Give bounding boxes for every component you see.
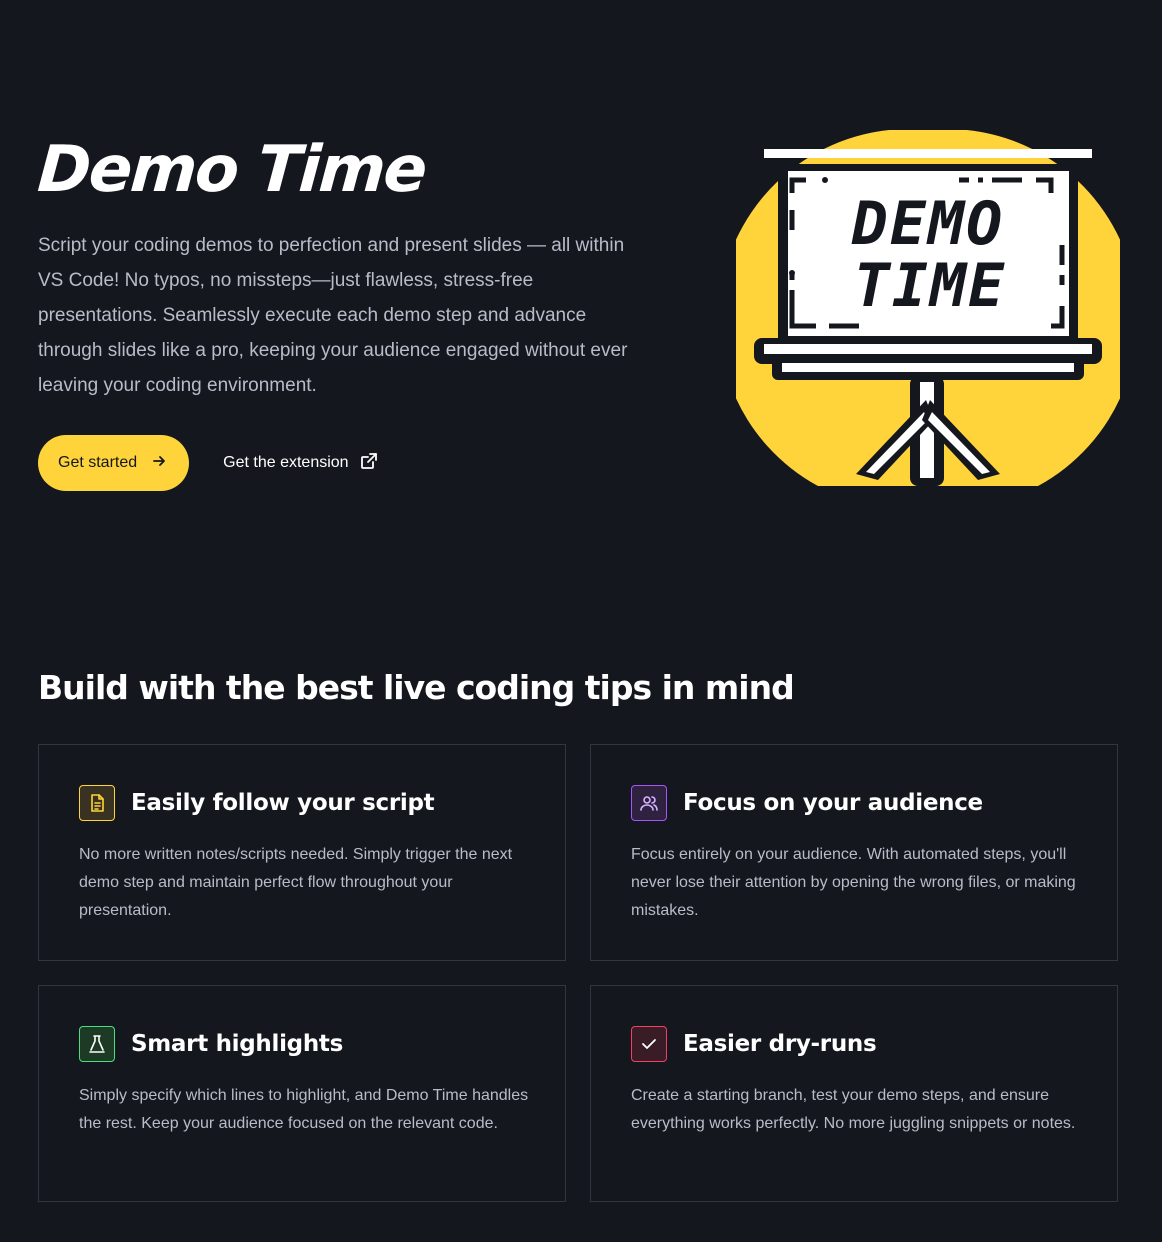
feature-card-audience: Focus on your audience Focus entirely on…: [590, 744, 1118, 961]
hero-description: Script your coding demos to perfection a…: [38, 235, 628, 396]
external-link-icon: [359, 451, 379, 476]
page-title: Demo Time: [35, 133, 428, 207]
get-started-button[interactable]: Get started: [38, 435, 190, 491]
feature-card-title: Smart highlights: [131, 1031, 343, 1057]
feature-card-text: Focus entirely on your audience. With au…: [631, 846, 1076, 919]
document-icon: [79, 785, 115, 821]
get-extension-link[interactable]: Get the extension: [223, 451, 378, 476]
demo-time-illustration: DEMO TIME: [718, 129, 1138, 490]
feature-card-header: Easily follow your script: [79, 785, 525, 821]
feature-card-text: No more written notes/scripts needed. Si…: [79, 846, 513, 919]
illustration-time-text: TIME: [854, 251, 1007, 321]
feature-card-title: Easily follow your script: [131, 790, 435, 816]
feature-card-header: Focus on your audience: [631, 785, 1077, 821]
feature-card-text: Simply specify which lines to highlight,…: [79, 1087, 529, 1132]
arrow-right-icon: [151, 453, 167, 474]
check-icon: [631, 1026, 667, 1062]
feature-card-header: Smart highlights: [79, 1026, 525, 1062]
feature-card-script: Easily follow your script No more writte…: [38, 744, 566, 961]
users-icon: [631, 785, 667, 821]
feature-card-text: Create a starting branch, test your demo…: [631, 1087, 1076, 1132]
features-heading: Build with the best live coding tips in …: [38, 668, 795, 707]
get-started-label: Get started: [58, 454, 138, 471]
features-grid: Easily follow your script No more writte…: [38, 744, 1118, 1202]
get-extension-label: Get the extension: [223, 454, 349, 471]
hero-actions: Get started Get the extension: [38, 435, 678, 491]
hero-section: Demo Time Script your coding demos to pe…: [35, 130, 678, 491]
illustration-demo-text: DEMO: [851, 189, 1005, 259]
highlighter-icon: [79, 1026, 115, 1062]
feature-card-dry-runs: Easier dry-runs Create a starting branch…: [590, 985, 1118, 1202]
feature-card-title: Easier dry-runs: [683, 1031, 877, 1057]
feature-card-highlights: Smart highlights Simply specify which li…: [38, 985, 566, 1202]
feature-card-header: Easier dry-runs: [631, 1026, 1077, 1062]
feature-card-title: Focus on your audience: [683, 790, 983, 816]
